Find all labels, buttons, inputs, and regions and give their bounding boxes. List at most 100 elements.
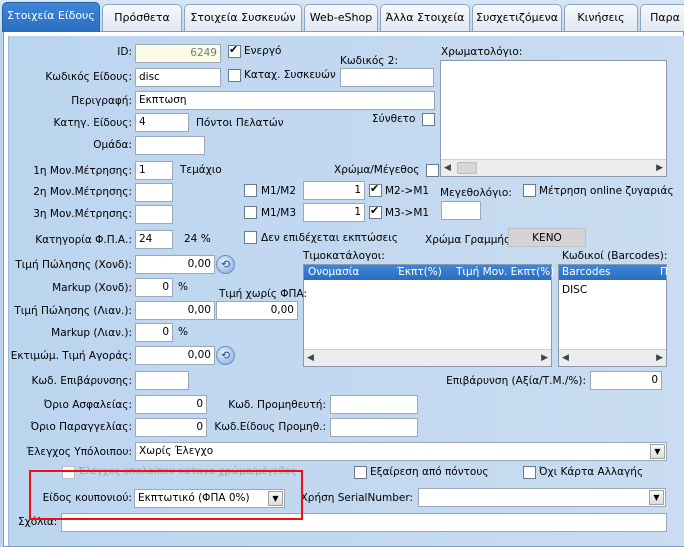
unit3-label: 3η Μον.Μέτρησης: xyxy=(33,208,132,220)
m3m1-label: M3->M1 xyxy=(385,207,430,219)
desc-field[interactable]: Εκπτωση xyxy=(135,91,435,110)
color-chart-label: Χρωματολόγιο: xyxy=(441,46,523,58)
balance-label: Έλεγχος Υπόλοιπου: xyxy=(26,446,132,458)
serial-label: Χρήση SerialNumber: xyxy=(300,492,413,504)
chevron-down-icon[interactable]: ▼ xyxy=(650,444,665,459)
line-color-button[interactable]: ΚΕΝΟ xyxy=(508,228,586,247)
exclude-points-label: Εξαίρεση από πόντους xyxy=(370,466,489,478)
category-field[interactable]: 4 xyxy=(135,113,189,132)
tab-extras[interactable]: Πρόσθετα xyxy=(102,4,182,31)
size-chart-field[interactable] xyxy=(441,201,481,220)
color-chart-scrollbar[interactable]: ◀ ▶ xyxy=(441,159,666,176)
color-chart-box[interactable]: ◀ ▶ xyxy=(440,60,667,177)
tab-more[interactable]: Παρα xyxy=(640,4,684,31)
device-reg-checkbox[interactable] xyxy=(228,69,241,82)
markup-wh-pct: % xyxy=(178,281,188,293)
barcodes-header: Barcodes Π xyxy=(559,265,668,280)
insurance-field[interactable]: 0 xyxy=(135,395,207,414)
group-field[interactable] xyxy=(135,136,205,155)
device-reg-label: Καταχ. Συσκευών xyxy=(244,69,336,81)
price-novat-field[interactable]: 0,00 xyxy=(216,301,298,320)
col-barcodes[interactable]: Barcodes xyxy=(562,265,611,280)
exclude-points-checkbox[interactable] xyxy=(354,466,367,479)
supplier-item-field[interactable] xyxy=(330,418,418,437)
online-scale-checkbox[interactable] xyxy=(523,184,536,197)
price-list-grid[interactable]: Ονομασία Έκπτ(%) Τιμή Μον. Εκπτ(%) ◀ ▶ xyxy=(303,264,554,367)
scroll-right-icon[interactable]: ▶ xyxy=(541,353,548,363)
balance-value: Χωρίς Έλεγχο xyxy=(139,445,214,457)
m1m3-field[interactable]: 1 xyxy=(303,203,365,222)
barcodes-title: Κωδικοί (Barcodes): xyxy=(562,250,668,262)
m1m2-checkbox[interactable] xyxy=(244,184,257,197)
size-chart-label: Μεγεθολόγιο: xyxy=(440,187,512,199)
markup-rt-field[interactable]: 0 xyxy=(135,323,173,342)
tab-item-details[interactable]: Στοιχεία Είδους xyxy=(2,2,100,32)
category-label: Κατηγ. Είδους: xyxy=(53,117,132,129)
tab-device-details[interactable]: Στοιχεία Συσκευών xyxy=(184,4,302,31)
tab-movements[interactable]: Κινήσεις xyxy=(564,4,638,31)
m1m3-label: M1/M3 xyxy=(261,207,297,219)
chevron-down-icon[interactable]: ▼ xyxy=(649,490,664,505)
tab-web-eshop[interactable]: Web-eShop xyxy=(304,4,378,31)
order-field[interactable]: 0 xyxy=(135,418,207,437)
unit1-name: Τεμάχιο xyxy=(180,164,222,176)
supplier-field[interactable] xyxy=(330,395,418,414)
color-size-label: Χρώμα/Μέγεθος xyxy=(334,164,420,176)
surcharge-field[interactable]: 0 xyxy=(590,371,662,390)
m1m2-field[interactable]: 1 xyxy=(303,181,365,200)
markup-wh-field[interactable]: 0 xyxy=(135,278,173,297)
col-unit-price[interactable]: Τιμή Μον. Εκπτ(%) xyxy=(456,265,554,280)
tab-related[interactable]: Συσχετιζόμενα xyxy=(472,4,562,31)
price-wh-field[interactable]: 0,00 xyxy=(135,255,215,274)
active-checkbox[interactable] xyxy=(228,43,241,58)
desc-label: Περιγραφή: xyxy=(71,95,132,107)
m3m1-checkbox[interactable] xyxy=(369,204,382,219)
scroll-thumb[interactable] xyxy=(457,162,477,174)
price-list-header: Ονομασία Έκπτ(%) Τιμή Μον. Εκπτ(%) xyxy=(304,265,554,280)
m2m1-checkbox[interactable] xyxy=(369,182,382,197)
group-label: Ομάδα: xyxy=(93,139,132,151)
price-rt-field[interactable]: 0,00 xyxy=(135,301,215,320)
price-list-scrollbar[interactable]: ◀ ▶ xyxy=(304,349,551,366)
scroll-left-icon[interactable]: ◀ xyxy=(307,353,314,363)
online-scale-label: Μέτρηση online ζυγαριάς xyxy=(539,185,674,197)
col-discount[interactable]: Έκπτ(%) xyxy=(397,265,442,280)
code2-field[interactable] xyxy=(340,68,434,87)
scroll-left-icon[interactable]: ◀ xyxy=(444,163,451,173)
color-size-checkbox[interactable] xyxy=(426,164,439,177)
vat-field[interactable]: 24 xyxy=(135,230,173,249)
supplier-item-label: Κωδ.Είδους Προμηθ.: xyxy=(214,421,326,433)
unit2-field[interactable] xyxy=(135,183,173,202)
balance-select[interactable]: Χωρίς Έλεγχο ▼ xyxy=(135,442,667,461)
id-label: ID: xyxy=(117,46,132,58)
unit1-label: 1η Μον.Μέτρησης: xyxy=(33,165,132,177)
serial-select[interactable]: ▼ xyxy=(418,488,666,507)
barcode-row[interactable]: DISC xyxy=(562,284,587,296)
unit3-field[interactable] xyxy=(135,205,173,224)
barcodes-grid[interactable]: Barcodes Π DISC ◀ ▶ xyxy=(558,264,668,367)
no-gift-card-checkbox[interactable] xyxy=(523,466,536,479)
m1m3-checkbox[interactable] xyxy=(244,206,257,219)
composite-checkbox[interactable] xyxy=(422,113,435,126)
calc-icon-2[interactable]: ⟲ xyxy=(216,346,235,365)
vat-label: Κατηγορία Φ.Π.Α.: xyxy=(35,234,132,246)
scroll-right-icon[interactable]: ▶ xyxy=(656,163,663,173)
highlight-box xyxy=(29,470,303,520)
no-discount-checkbox[interactable] xyxy=(244,231,257,244)
price-rt-label: Τιμή Πώλησης (Λιαν.): xyxy=(14,305,132,317)
col-barcodes-2[interactable]: Π xyxy=(660,265,668,280)
purchase-field[interactable]: 0,00 xyxy=(135,346,215,365)
active-label: Ενεργό xyxy=(244,45,282,57)
surcharge-code-label: Κωδ. Επιβάρυνσης: xyxy=(31,375,132,387)
scroll-right-icon[interactable]: ▶ xyxy=(656,353,663,363)
calc-icon[interactable]: ⟲ xyxy=(216,255,235,274)
surcharge-code-field[interactable] xyxy=(135,371,189,390)
col-name[interactable]: Ονομασία xyxy=(308,265,359,280)
scroll-left-icon[interactable]: ◀ xyxy=(562,353,569,363)
unit1-field[interactable]: 1 xyxy=(135,161,173,180)
markup-rt-label: Markup (Λιαν.): xyxy=(51,327,132,339)
tab-other-details[interactable]: Άλλα Στοιχεία xyxy=(380,4,470,31)
barcodes-scrollbar[interactable]: ◀ ▶ xyxy=(559,349,666,366)
insurance-label: Όριο Ασφαλείας: xyxy=(43,399,132,411)
code-field[interactable]: disc xyxy=(135,68,221,87)
